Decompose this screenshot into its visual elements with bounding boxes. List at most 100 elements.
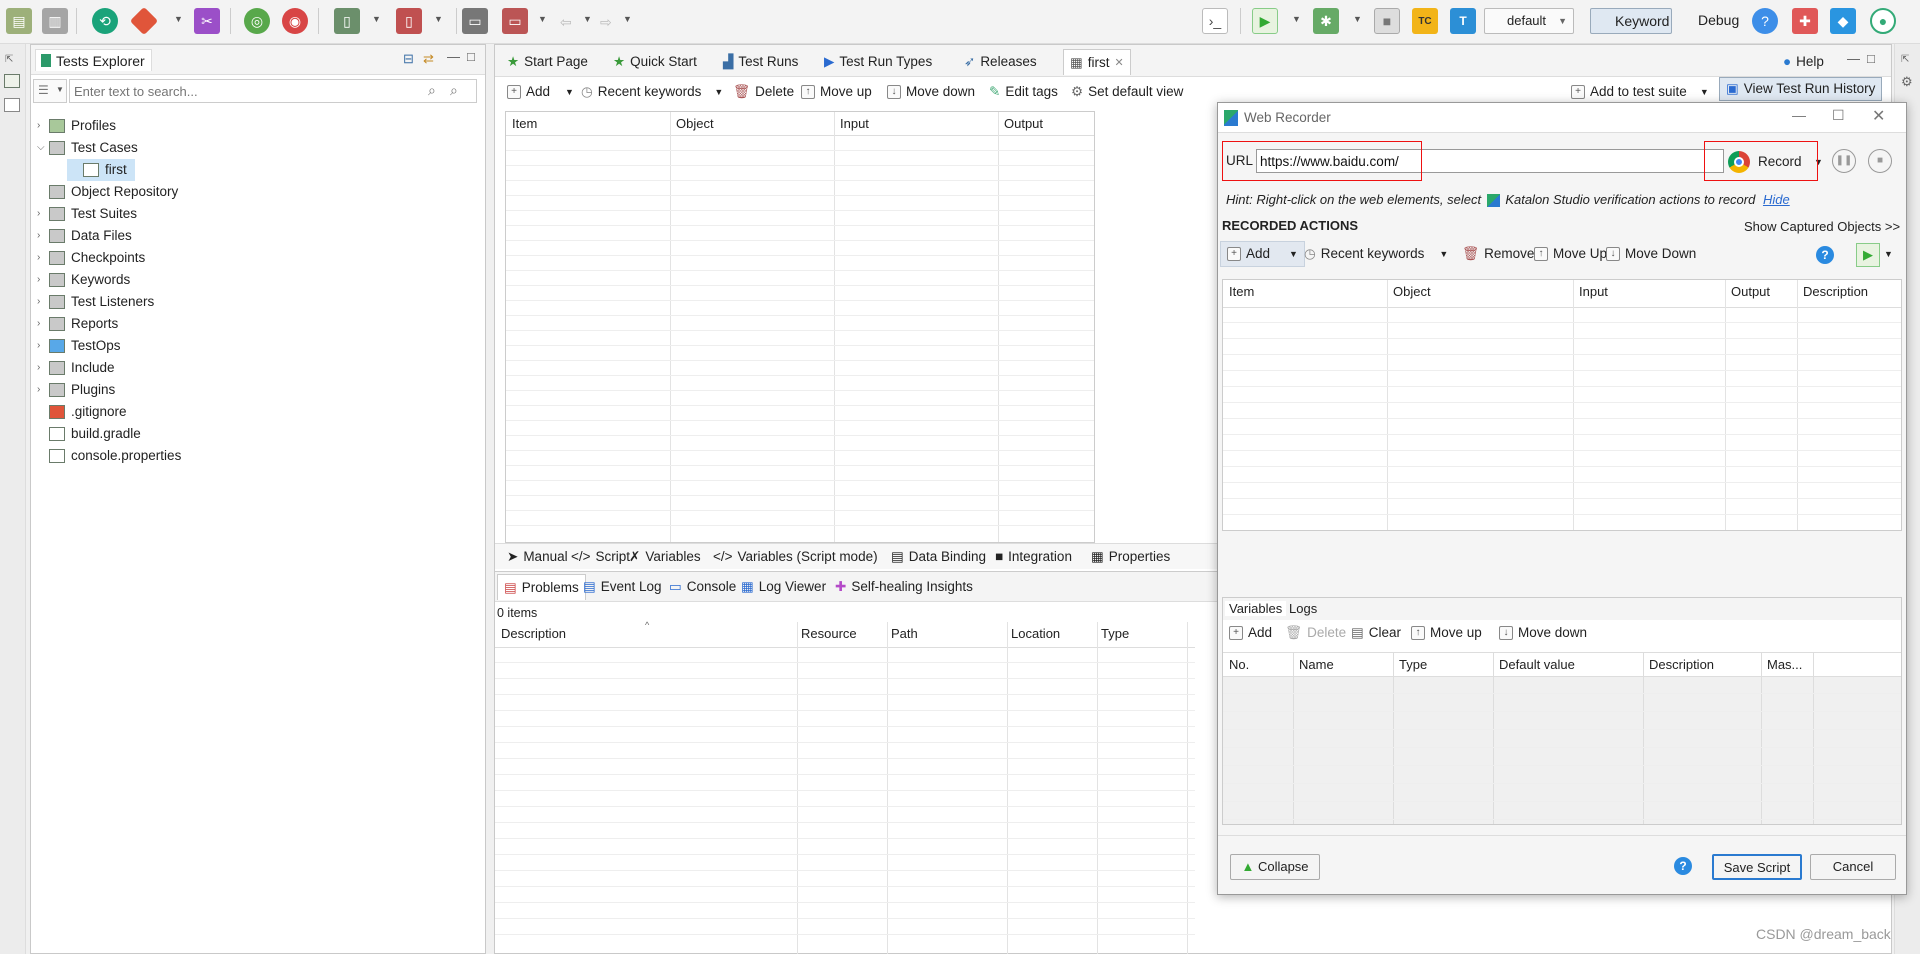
tab-start-page[interactable]: ★ Start Page [501, 49, 594, 75]
search-input[interactable] [70, 80, 400, 102]
recorder-recent-keywords-button[interactable]: ◷ Recent keywords ▼ [1298, 241, 1454, 267]
show-captured-objects-link[interactable]: Show Captured Objects >> [1744, 219, 1900, 234]
cancel-button[interactable]: Cancel [1810, 854, 1896, 880]
tab-quick-start[interactable]: ★ Quick Start [607, 49, 703, 75]
minimize-icon[interactable]: — [447, 49, 460, 64]
tree-item-object-repository[interactable]: Object Repository [49, 181, 178, 203]
recorder-add-button[interactable]: + Add ▼ [1220, 241, 1305, 267]
tab-test-run-types[interactable]: ▶ Test Run Types [818, 49, 938, 75]
tree-item-reports[interactable]: › Reports [37, 313, 118, 335]
tree-item-gitignore[interactable]: .gitignore [49, 401, 127, 423]
tree-item-include[interactable]: › Include [37, 357, 115, 379]
edit-tags-button[interactable]: ✎ Edit tags [983, 79, 1064, 105]
tab-problems[interactable]: ▤ Problems [497, 574, 586, 600]
variables-move-up-button[interactable]: ↑ Move up [1405, 620, 1488, 646]
git-minimized-icon[interactable]: ⚙ [1901, 74, 1913, 90]
spy-mobile-icon[interactable]: ▯ [334, 8, 360, 34]
advanced-search-icon[interactable]: ⌕ [450, 82, 458, 99]
testops-icon[interactable]: T [1450, 8, 1476, 34]
spy-windows-icon[interactable]: ▭ [462, 8, 488, 34]
column-resource[interactable]: Resource [801, 622, 857, 646]
debug-perspective-button[interactable]: Debug [1676, 8, 1758, 34]
search-icon[interactable]: ⌕ [428, 82, 436, 99]
chevron-down-icon[interactable]: ▼ [565, 79, 574, 105]
editor-minimize-icon[interactable]: — [1847, 51, 1860, 66]
window-minimize-icon[interactable]: — [1792, 107, 1806, 123]
chevron-right-icon[interactable]: › [37, 203, 47, 225]
chevron-right-icon[interactable]: › [37, 291, 47, 313]
tree-item-plugins[interactable]: › Plugins [37, 379, 115, 401]
restore-right-icon[interactable]: ⇱ [1901, 54, 1909, 65]
tab-event-log[interactable]: ▤ Event Log [577, 574, 668, 600]
tree-item-checkpoints[interactable]: › Checkpoints [37, 247, 145, 269]
chevron-right-icon[interactable]: › [37, 313, 47, 335]
forward-icon[interactable]: ⇨ [600, 10, 612, 34]
column-path[interactable]: Path [891, 622, 918, 646]
terminal-icon[interactable]: ›_ [1202, 8, 1228, 34]
chevron-down-icon[interactable]: ▼ [714, 79, 723, 105]
chevron-right-icon[interactable]: › [37, 335, 47, 357]
tab-logs[interactable]: Logs [1289, 601, 1317, 616]
tree-item-console-properties[interactable]: console.properties [49, 445, 181, 467]
stop-icon[interactable]: ■ [1374, 8, 1400, 34]
chevron-down-icon[interactable]: ▼ [1289, 241, 1298, 267]
pause-icon[interactable]: ❚❚ [1832, 149, 1856, 173]
save-all-icon[interactable]: ▥ [42, 8, 68, 34]
spy-mobile-dropdown-icon[interactable]: ▼ [372, 14, 381, 24]
tab-data-binding[interactable]: ▤ Data Binding [885, 544, 992, 570]
set-default-view-button[interactable]: ⚙ Set default view [1065, 79, 1189, 105]
stop-icon[interactable]: ■ [1868, 149, 1892, 173]
gift-icon[interactable]: ✚ [1792, 8, 1818, 34]
tree-item-first[interactable]: first [67, 159, 135, 181]
debug-run-icon[interactable]: ✱ [1313, 8, 1339, 34]
editor-maximize-icon[interactable]: □ [1867, 51, 1875, 66]
back-dropdown-icon[interactable]: ▼ [583, 14, 592, 24]
link-editor-icon[interactable]: ⇄ [423, 51, 434, 67]
plugin-icon[interactable]: ✂ [194, 8, 220, 34]
record-mobile-icon[interactable]: ▯ [396, 8, 422, 34]
tree-item-keywords[interactable]: › Keywords [37, 269, 130, 291]
chevron-right-icon[interactable]: › [37, 225, 47, 247]
play-icon[interactable]: ▶ [1856, 243, 1880, 267]
save-script-button[interactable]: Save Script [1712, 854, 1802, 880]
tab-self-healing[interactable]: ✚ Self-healing Insights [829, 574, 979, 600]
tree-item-test-listeners[interactable]: › Test Listeners [37, 291, 154, 313]
column-location[interactable]: Location [1011, 622, 1060, 646]
profile-select[interactable]: default ▼ [1484, 8, 1574, 34]
tab-first[interactable]: ▦ first ✕ [1063, 49, 1131, 75]
tab-variables[interactable]: Variables [1225, 601, 1287, 616]
keyword-perspective-button[interactable]: Keyword [1590, 8, 1672, 34]
dialog-help-icon[interactable]: ? [1674, 857, 1692, 875]
outline-minimized-icon[interactable] [4, 98, 20, 112]
tab-manual[interactable]: ➤ Manual [501, 544, 574, 570]
chevron-right-icon[interactable]: › [37, 115, 47, 137]
collapse-all-icon[interactable]: ⊟ [403, 51, 414, 67]
git-share-icon[interactable]: ⟲ [92, 8, 118, 34]
maximize-icon[interactable]: □ [467, 49, 475, 64]
move-up-button[interactable]: ↑ Move up [795, 79, 878, 105]
record-mobile-dropdown-icon[interactable]: ▼ [434, 14, 443, 24]
record-web-icon[interactable]: ◉ [282, 8, 308, 34]
restore-icon[interactable]: ⇱ [5, 54, 13, 65]
tab-variables-script[interactable]: </> Variables (Script mode) [707, 544, 884, 570]
tab-integration[interactable]: ■ Integration [989, 544, 1078, 570]
variables-add-button[interactable]: + Add [1223, 620, 1278, 646]
run-dropdown-icon[interactable]: ▼ [1292, 14, 1301, 24]
tab-console[interactable]: ▭ Console [663, 574, 742, 600]
search-field[interactable]: ⌕ ⌕ [69, 79, 477, 103]
column-description[interactable]: Description [501, 622, 566, 646]
save-icon[interactable]: ▤ [6, 8, 32, 34]
chevron-down-icon[interactable]: ▼ [1439, 241, 1448, 267]
help-button[interactable]: ● Help [1777, 49, 1830, 75]
tab-log-viewer[interactable]: ▦ Log Viewer [735, 574, 832, 600]
testcloud-icon[interactable]: TC [1412, 8, 1438, 34]
tree-item-profiles[interactable]: › Profiles [37, 115, 116, 137]
spy-web-icon[interactable]: ◎ [244, 8, 270, 34]
filter-button[interactable]: ☰ ▼ [33, 79, 67, 103]
help-icon[interactable]: ? [1752, 8, 1778, 34]
test-steps-table[interactable]: Item Object Input Output [505, 111, 1095, 543]
explorer-tab[interactable]: Tests Explorer [35, 49, 152, 71]
chevron-right-icon[interactable]: › [37, 379, 47, 401]
run-icon[interactable]: ▶ [1252, 8, 1278, 34]
recorder-move-down-button[interactable]: ↓ Move Down [1600, 241, 1702, 267]
